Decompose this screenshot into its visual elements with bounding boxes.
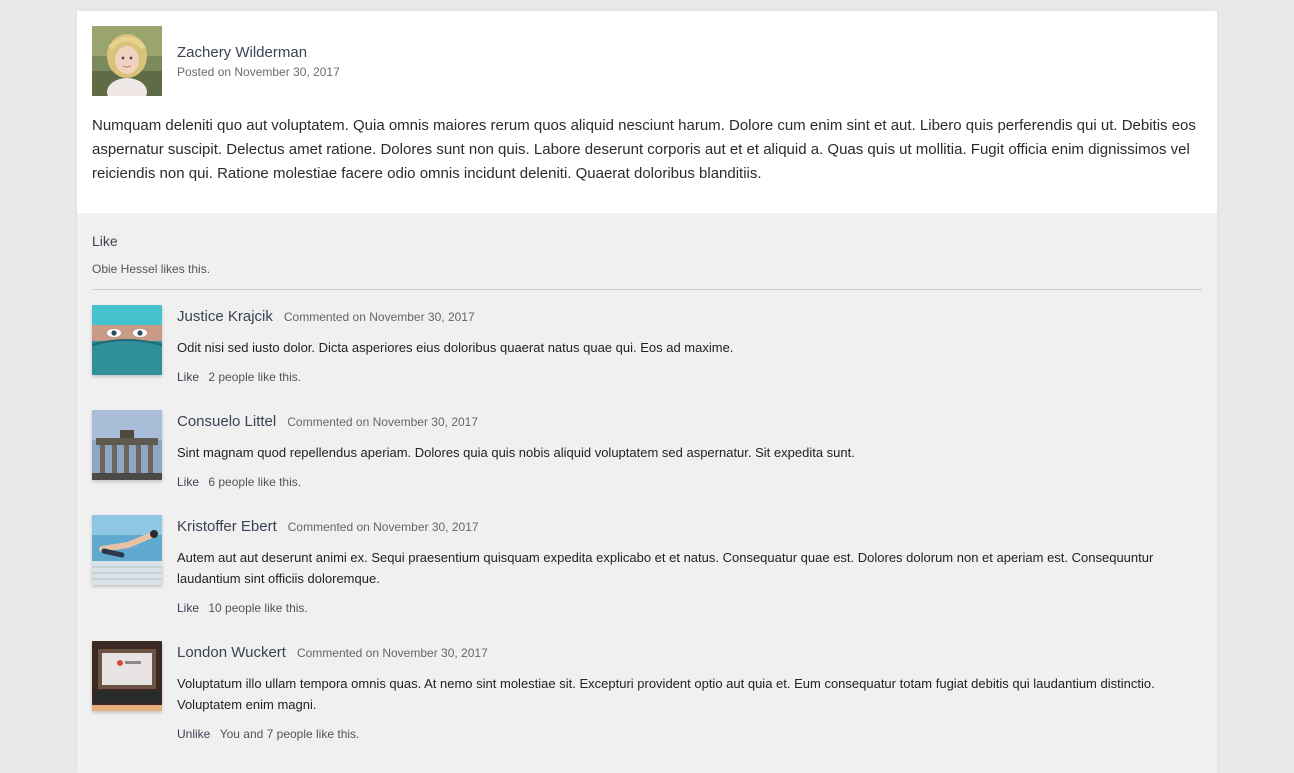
comment-actions: Unlike You and 7 people like this. <box>177 727 1202 741</box>
comment-actions: Like 2 people like this. <box>177 370 1202 384</box>
comment-author-link[interactable]: Kristoffer Ebert <box>177 518 277 536</box>
comment: London Wuckert Commented on November 30,… <box>92 641 1202 767</box>
post: Zachery Wilderman Posted on November 30,… <box>77 11 1217 213</box>
comment-body: Consuelo Littel Commented on November 30… <box>177 410 1202 489</box>
comment-like-link[interactable]: Like <box>177 475 199 489</box>
post-meta: Zachery Wilderman Posted on November 30,… <box>177 26 340 79</box>
comment-actions: Like 10 people like this. <box>177 601 1202 615</box>
comment-likes-count: 6 people like this. <box>208 475 302 489</box>
comment-author-link[interactable]: Justice Krajcik <box>177 308 273 326</box>
comment-header: Consuelo Littel Commented on November 30… <box>177 413 1202 431</box>
post-card: Zachery Wilderman Posted on November 30,… <box>77 11 1217 773</box>
divider <box>92 289 1202 290</box>
comment-date: Commented on November 30, 2017 <box>287 520 479 534</box>
post-like-link[interactable]: Like <box>92 232 118 250</box>
comment-date: Commented on November 30, 2017 <box>287 415 479 429</box>
comment-author-link[interactable]: London Wuckert <box>177 644 286 662</box>
post-date: Posted on November 30, 2017 <box>177 65 340 79</box>
comment-body: London Wuckert Commented on November 30,… <box>177 641 1202 741</box>
laptop-screen-image <box>92 641 162 711</box>
comment-body: Justice Krajcik Commented on November 30… <box>177 305 1202 384</box>
child-portrait-image <box>92 26 162 96</box>
comment-author-link[interactable]: Consuelo Littel <box>177 413 276 431</box>
comment-body: Kristoffer Ebert Commented on November 3… <box>177 515 1202 615</box>
post-author-link[interactable]: Zachery Wilderman <box>177 44 340 61</box>
post-social-section: Like Obie Hessel likes this. Justice Kra… <box>77 213 1217 773</box>
author-avatar[interactable] <box>92 26 162 96</box>
gate-monument-image <box>92 410 162 480</box>
swimmer-diving-image <box>92 515 162 585</box>
comment-header: Kristoffer Ebert Commented on November 3… <box>177 518 1202 536</box>
comment-avatar[interactable] <box>92 515 162 585</box>
comment-likes-count: You and 7 people like this. <box>219 727 360 741</box>
comment-text: Odit nisi sed iusto dolor. Dicta asperio… <box>177 340 734 355</box>
post-body: Numquam deleniti quo aut voluptatem. Qui… <box>92 117 1196 182</box>
comment-avatar[interactable] <box>92 641 162 711</box>
comment-like-link[interactable]: Like <box>177 370 199 384</box>
comment-actions: Like 6 people like this. <box>177 475 1202 489</box>
comment-avatar[interactable] <box>92 305 162 375</box>
post-header: Zachery Wilderman Posted on November 30,… <box>92 26 1202 96</box>
comment-header: London Wuckert Commented on November 30,… <box>177 644 1202 662</box>
comment-likes-count: 10 people like this. <box>208 601 308 615</box>
comment-likes-count: 2 people like this. <box>208 370 302 384</box>
comment-header: Justice Krajcik Commented on November 30… <box>177 308 1202 326</box>
comment-avatar[interactable] <box>92 410 162 480</box>
comment-date: Commented on November 30, 2017 <box>283 310 475 324</box>
comment-text: Autem aut aut deserunt animi ex. Sequi p… <box>177 550 1154 586</box>
comment-date: Commented on November 30, 2017 <box>296 646 488 660</box>
comment-text: Voluptatum illo ullam tempora omnis quas… <box>177 676 1155 712</box>
comment-text: Sint magnam quod repellendus aperiam. Do… <box>177 445 855 460</box>
comment-list: Justice Krajcik Commented on November 30… <box>92 305 1202 767</box>
surgeon-mask-image <box>92 305 162 375</box>
comment: Kristoffer Ebert Commented on November 3… <box>92 515 1202 641</box>
comment: Justice Krajcik Commented on November 30… <box>92 305 1202 410</box>
post-likes-summary: Obie Hessel likes this. <box>92 262 211 276</box>
comment-unlike-link[interactable]: Unlike <box>177 727 210 741</box>
comment-like-link[interactable]: Like <box>177 601 199 615</box>
comment: Consuelo Littel Commented on November 30… <box>92 410 1202 515</box>
